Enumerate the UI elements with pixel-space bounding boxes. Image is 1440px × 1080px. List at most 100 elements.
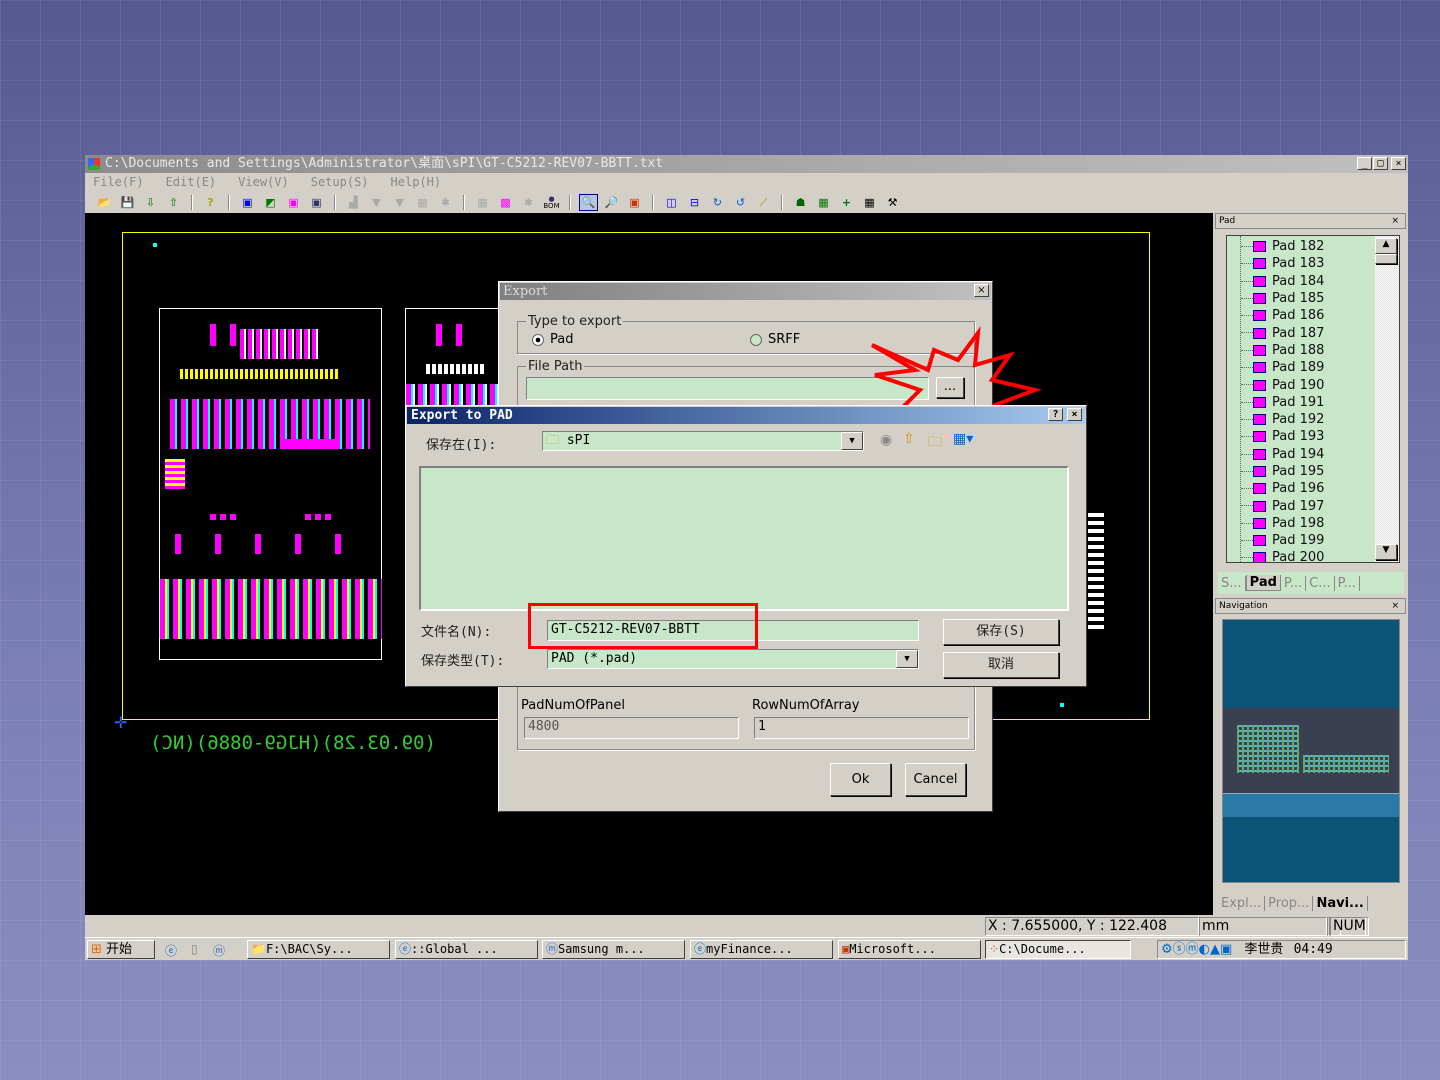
save-in-dropdown-arrow[interactable]: ▼ [841,432,863,450]
desktop-quicklaunch-icon[interactable]: ▯ [191,942,198,956]
help-button[interactable]: ? [1048,408,1063,421]
find-pad-icon[interactable]: ▩ [496,194,515,211]
pad-panel-close[interactable]: × [1391,214,1399,228]
split-h-icon[interactable]: ⊟ [685,194,704,211]
tab-c[interactable]: C... [1306,575,1335,591]
pad-tree-item[interactable]: Pad 186 [1227,307,1399,324]
pad-tree-item[interactable]: Pad 182 [1227,238,1399,255]
tab-s[interactable]: S... [1218,575,1246,591]
row-num-input[interactable]: 1 [754,717,969,739]
pad-tree-item[interactable]: Pad 188 [1227,342,1399,359]
pad-tree-item[interactable]: Pad 193 [1227,428,1399,445]
menu-view[interactable]: View(V) [238,173,289,192]
help-icon[interactable]: ? [201,194,220,211]
chip-icon[interactable]: ▣ [307,194,326,211]
plus-icon[interactable]: + [837,194,856,211]
save-button[interactable]: 保存(S) [943,619,1059,645]
pad-tree-item[interactable]: Pad 191 [1227,394,1399,411]
pad-tree-item[interactable]: Pad 198 [1227,515,1399,532]
menu-help[interactable]: Help(H) [391,173,442,192]
split-v-icon[interactable]: ◫ [662,194,681,211]
close-button[interactable]: × [1391,157,1406,170]
export-icon[interactable]: ⇧ [164,194,183,211]
minimize-button[interactable]: _ [1357,157,1372,170]
back-icon[interactable]: ◉ [880,432,892,448]
messenger-quicklaunch-icon[interactable]: ⓜ [213,942,225,959]
ruler-icon[interactable]: ⟋ [754,194,773,211]
task-button-myfinance[interactable]: ⓔmyFinance... [690,940,833,959]
task-button-active-app[interactable]: ⁘C:\Docume... [985,940,1131,959]
tool-d-icon[interactable]: ▦ [413,194,432,211]
tree-scrollbar[interactable]: ▲ ▼ [1375,236,1399,562]
tab-navigation[interactable]: Navi... [1313,895,1368,911]
tab-properties[interactable]: Prop... [1265,895,1314,911]
file-list[interactable] [419,466,1069,611]
task-button-samsung[interactable]: ⓜSamsung m... [542,940,685,959]
tray-icons[interactable]: ⚙ⓢⓜ◐▲▣ [1161,942,1232,957]
gear-icon[interactable]: ✱ [519,194,538,211]
ok-button[interactable]: Ok [830,763,891,796]
pad-tree-item[interactable]: Pad 196 [1227,480,1399,497]
import-icon[interactable]: ⇩ [141,194,160,211]
tool-b-icon[interactable]: ▼ [367,194,386,211]
tab-explorer[interactable]: Expl... [1218,895,1266,911]
scroll-down-button[interactable]: ▼ [1375,544,1397,560]
pad-tree-item[interactable]: Pad 199 [1227,532,1399,549]
pad-tree-item[interactable]: Pad 195 [1227,463,1399,480]
pad-num-input[interactable]: 4800 [524,717,739,739]
grid-icon[interactable]: ▦ [473,194,492,211]
view-menu-icon[interactable]: ▦▾ [953,431,973,447]
radio-srff[interactable]: SRFF [750,332,800,347]
nav-panel-close[interactable]: × [1391,599,1399,613]
tool-e-icon[interactable]: ✱ [436,194,455,211]
pad-tree-item[interactable]: Pad 200 [1227,549,1399,562]
table-icon[interactable]: ▦ [860,194,879,211]
menu-file[interactable]: File(F) [93,173,144,192]
tool-c-icon[interactable]: ▼ [390,194,409,211]
scroll-up-button[interactable]: ▲ [1375,238,1397,254]
tab-p1[interactable]: P... [1281,575,1307,591]
scroll-thumb[interactable] [1375,254,1397,264]
save-dialog-close-button[interactable]: × [1067,408,1082,421]
up-folder-icon[interactable]: ⇧ [903,431,915,447]
filetype-dropdown-arrow[interactable]: ▼ [896,650,918,668]
cancel-save-button[interactable]: 取消 [943,652,1059,678]
select-icon[interactable]: ▣ [238,194,257,211]
pad-tree-item[interactable]: Pad 184 [1227,273,1399,290]
rect-icon[interactable]: ▣ [284,194,303,211]
maximize-button[interactable]: □ [1373,157,1388,170]
pad-tree-item[interactable]: Pad 187 [1227,324,1399,341]
pad-tree-item[interactable]: Pad 192 [1227,411,1399,428]
new-folder-icon[interactable]: 🗀 [928,431,942,455]
menu-edit[interactable]: Edit(E) [166,173,217,192]
save-icon[interactable]: 💾 [118,194,137,211]
tab-p2[interactable]: P... [1335,575,1360,591]
task-button-global[interactable]: ⓔ::Global ... [395,940,538,959]
save-in-select[interactable]: 🗀 sPI ▼ [542,431,864,451]
line-icon[interactable]: ◩ [261,194,280,211]
radio-pad[interactable]: Pad [532,332,573,347]
tools-icon[interactable]: ⚒ [883,194,902,211]
person-icon[interactable]: ☗ [791,194,810,211]
open-icon[interactable]: 📂 [95,194,114,211]
task-button-explorer[interactable]: 📁F:\BAC\Sy... [247,940,390,959]
rotate-ccw-icon[interactable]: ↺ [731,194,750,211]
tab-pad[interactable]: Pad [1245,575,1281,591]
export-close-button[interactable]: × [974,284,989,297]
pad-tree-item[interactable]: Pad 197 [1227,497,1399,514]
fit-icon[interactable]: ▣ [625,194,644,211]
cancel-button[interactable]: Cancel [905,763,966,796]
ie-quicklaunch-icon[interactable]: ⓔ [165,942,177,959]
pad-tree-item[interactable]: Pad 185 [1227,290,1399,307]
start-button[interactable]: ⊞ 开始 [87,940,155,959]
pad-tree-item[interactable]: Pad 183 [1227,255,1399,272]
tool-a-icon[interactable]: ▟ [344,194,363,211]
filetype-select[interactable]: PAD (*.pad) ▼ [547,649,919,669]
pad-tree-item[interactable]: Pad 189 [1227,359,1399,376]
bom-icon[interactable]: ● BOM [542,194,561,211]
task-button-microsoft[interactable]: ▣Microsoft... [838,940,981,959]
navigation-view[interactable] [1222,619,1400,883]
rotate-cw-icon[interactable]: ↻ [708,194,727,211]
pad-tree-item[interactable]: Pad 194 [1227,446,1399,463]
nav-viewport[interactable] [1223,793,1399,817]
